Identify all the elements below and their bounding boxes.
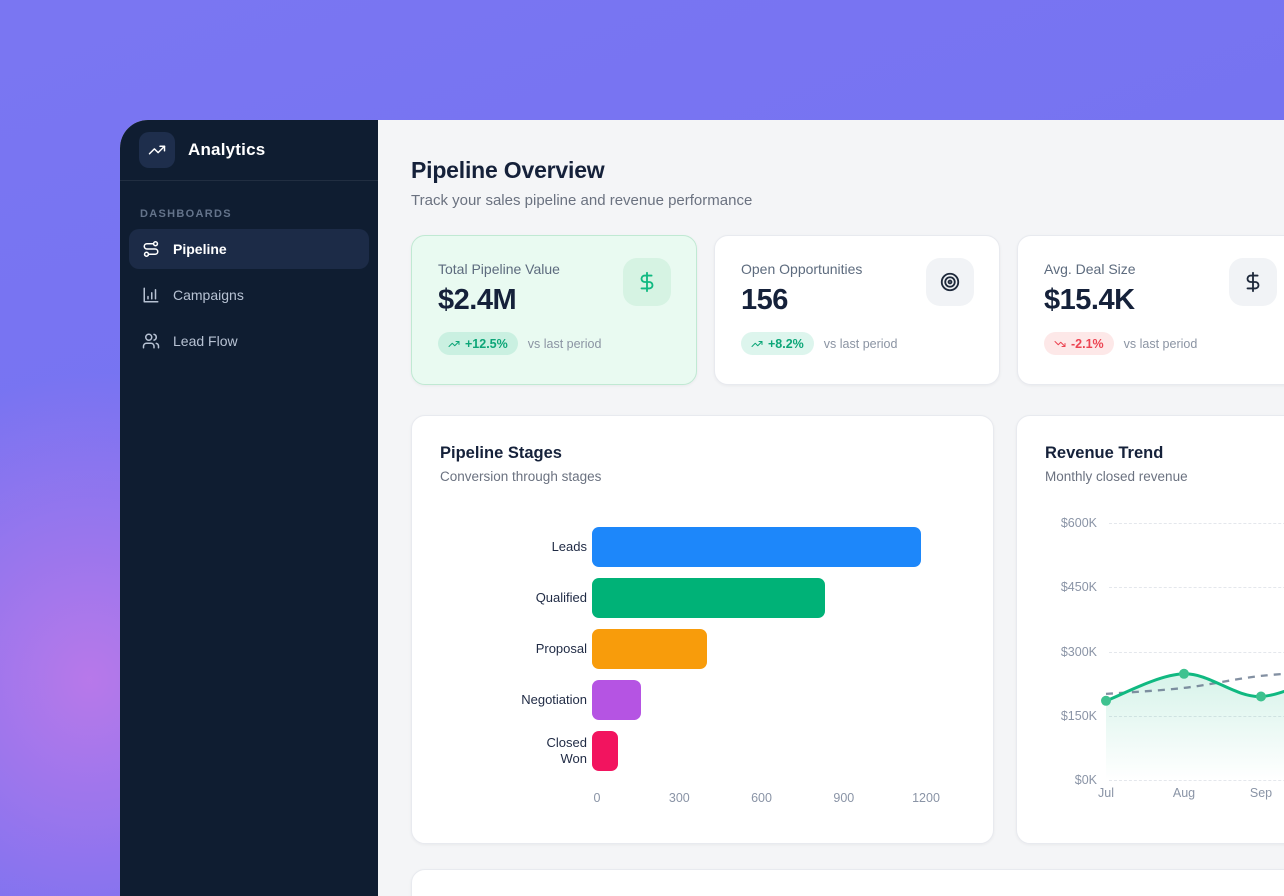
trending-up-icon xyxy=(448,338,460,350)
bar-proposal xyxy=(592,629,707,669)
x-axis-tick: 0 xyxy=(594,791,601,805)
x-axis-tick: Aug xyxy=(1173,786,1195,800)
x-axis-tick: 900 xyxy=(833,791,854,805)
bar-leads xyxy=(592,527,921,567)
sidebar-item-label: Campaigns xyxy=(173,287,244,303)
revenue-line xyxy=(1106,667,1284,701)
y-axis-tick: $600K xyxy=(1017,516,1097,530)
dollar-icon xyxy=(623,258,671,306)
gridline xyxy=(1109,523,1284,524)
app-window: Analytics DASHBOARDS Pipeline Campaigns Le… xyxy=(120,120,1284,896)
x-axis-tick: Jul xyxy=(1098,786,1114,800)
revenue-trend-plot xyxy=(1017,510,1284,810)
revenue-area xyxy=(1106,667,1284,781)
x-axis-tick: 1200 xyxy=(912,791,940,805)
kpi-card-avg.-deal-size: Avg. Deal Size$15.4K-2.1%vs last period xyxy=(1017,235,1284,385)
page-subtitle: Track your sales pipeline and revenue pe… xyxy=(411,192,1284,210)
revenue-trend-title: Revenue Trend xyxy=(1045,443,1284,463)
compare-label: vs last period xyxy=(528,337,602,351)
y-axis-tick: $300K xyxy=(1017,645,1097,659)
charts-row: Pipeline Stages Conversion through stage… xyxy=(411,415,1284,844)
change-value: +8.2% xyxy=(768,337,804,351)
sidebar-section-label: DASHBOARDS xyxy=(140,208,358,220)
target-icon xyxy=(926,258,974,306)
bar-chart-icon xyxy=(142,286,160,304)
trend-dashed-line xyxy=(1106,671,1284,694)
partially-visible-card xyxy=(411,869,1284,896)
change-badge: -2.1% xyxy=(1044,332,1114,355)
change-value: -2.1% xyxy=(1071,337,1104,351)
pipeline-stages-card: Pipeline Stages Conversion through stage… xyxy=(411,415,994,844)
revenue-trend-subtitle: Monthly closed revenue xyxy=(1045,468,1284,486)
bar-category-label: Qualified xyxy=(440,590,587,606)
bar-category-label: Leads xyxy=(440,539,587,555)
kpi-card-total-pipeline-value: Total Pipeline Value$2.4M+12.5%vs last p… xyxy=(411,235,697,385)
trending-up-icon xyxy=(751,338,763,350)
bar-track xyxy=(592,731,965,771)
change-value: +12.5% xyxy=(465,337,508,351)
sidebar-nav: Pipeline Campaigns Lead Flow xyxy=(120,229,378,361)
pipeline-stages-bar-chart: Leads Qualified Proposal Negotiation Closed … xyxy=(440,527,965,771)
data-point-aug xyxy=(1179,669,1189,679)
bar-track xyxy=(592,629,965,669)
kpi-card-open-opportunities: Open Opportunities156+8.2%vs last period xyxy=(714,235,1000,385)
page-title: Pipeline Overview xyxy=(411,156,1284,184)
pipeline-stages-x-axis: 0 300 600 900 1200 xyxy=(592,791,965,807)
gridline xyxy=(1109,716,1284,717)
data-point-jul xyxy=(1101,696,1111,706)
sidebar-item-label: Pipeline xyxy=(173,241,227,257)
sidebar-item-campaigns[interactable]: Campaigns xyxy=(129,275,369,315)
sidebar-item-label: Lead Flow xyxy=(173,333,238,349)
dollar-icon xyxy=(1229,258,1277,306)
compare-label: vs last period xyxy=(1124,337,1198,351)
y-axis-tick: $0K xyxy=(1017,773,1097,787)
main-content: Pipeline Overview Track your sales pipel… xyxy=(378,120,1284,896)
bar-category-label: Proposal xyxy=(440,641,587,657)
bar-category-label: Negotiation xyxy=(440,692,587,708)
bar-row-qualified: Qualified xyxy=(440,578,965,618)
kpi-footer: +8.2% vs last period xyxy=(741,332,973,355)
gridline xyxy=(1109,652,1284,653)
change-badge: +8.2% xyxy=(741,332,814,355)
pipeline-stages-title: Pipeline Stages xyxy=(440,443,965,463)
route-icon xyxy=(142,240,160,258)
bar-track xyxy=(592,578,965,618)
bar-row-proposal: Proposal xyxy=(440,629,965,669)
bar-track xyxy=(592,527,965,567)
pipeline-stages-subtitle: Conversion through stages xyxy=(440,468,965,486)
x-axis-tick: Sep xyxy=(1250,786,1272,800)
users-icon xyxy=(142,332,160,350)
y-axis-tick: $450K xyxy=(1017,580,1097,594)
analytics-logo-icon xyxy=(139,132,175,168)
revenue-trend-line-chart: $600K $450K $300K $150K $0KJul Aug Sep xyxy=(1017,510,1284,810)
bar-closed-won xyxy=(592,731,618,771)
compare-label: vs last period xyxy=(824,337,898,351)
data-point-sep xyxy=(1256,692,1266,702)
bar-track xyxy=(592,680,965,720)
brand: Analytics xyxy=(120,120,378,181)
kpi-row: Total Pipeline Value$2.4M+12.5%vs last p… xyxy=(411,235,1284,385)
bar-category-label: Closed Won xyxy=(440,735,587,766)
x-axis-tick: 600 xyxy=(751,791,772,805)
sidebar-item-lead-flow[interactable]: Lead Flow xyxy=(129,321,369,361)
y-axis-tick: $150K xyxy=(1017,709,1097,723)
sidebar-item-pipeline[interactable]: Pipeline xyxy=(129,229,369,269)
bar-row-negotiation: Negotiation xyxy=(440,680,965,720)
kpi-footer: +12.5% vs last period xyxy=(438,332,670,355)
sidebar: Analytics DASHBOARDS Pipeline Campaigns Le… xyxy=(120,120,378,896)
bar-negotiation xyxy=(592,680,641,720)
brand-name: Analytics xyxy=(188,140,265,160)
bar-qualified xyxy=(592,578,825,618)
kpi-footer: -2.1% vs last period xyxy=(1044,332,1276,355)
change-badge: +12.5% xyxy=(438,332,518,355)
bar-row-closed-won: Closed Won xyxy=(440,731,965,771)
gridline xyxy=(1109,587,1284,588)
trending-down-icon xyxy=(1054,338,1066,350)
x-axis-tick: 300 xyxy=(669,791,690,805)
gridline xyxy=(1109,780,1284,781)
bar-row-leads: Leads xyxy=(440,527,965,567)
revenue-trend-card: Revenue Trend Monthly closed revenue $60… xyxy=(1016,415,1284,844)
